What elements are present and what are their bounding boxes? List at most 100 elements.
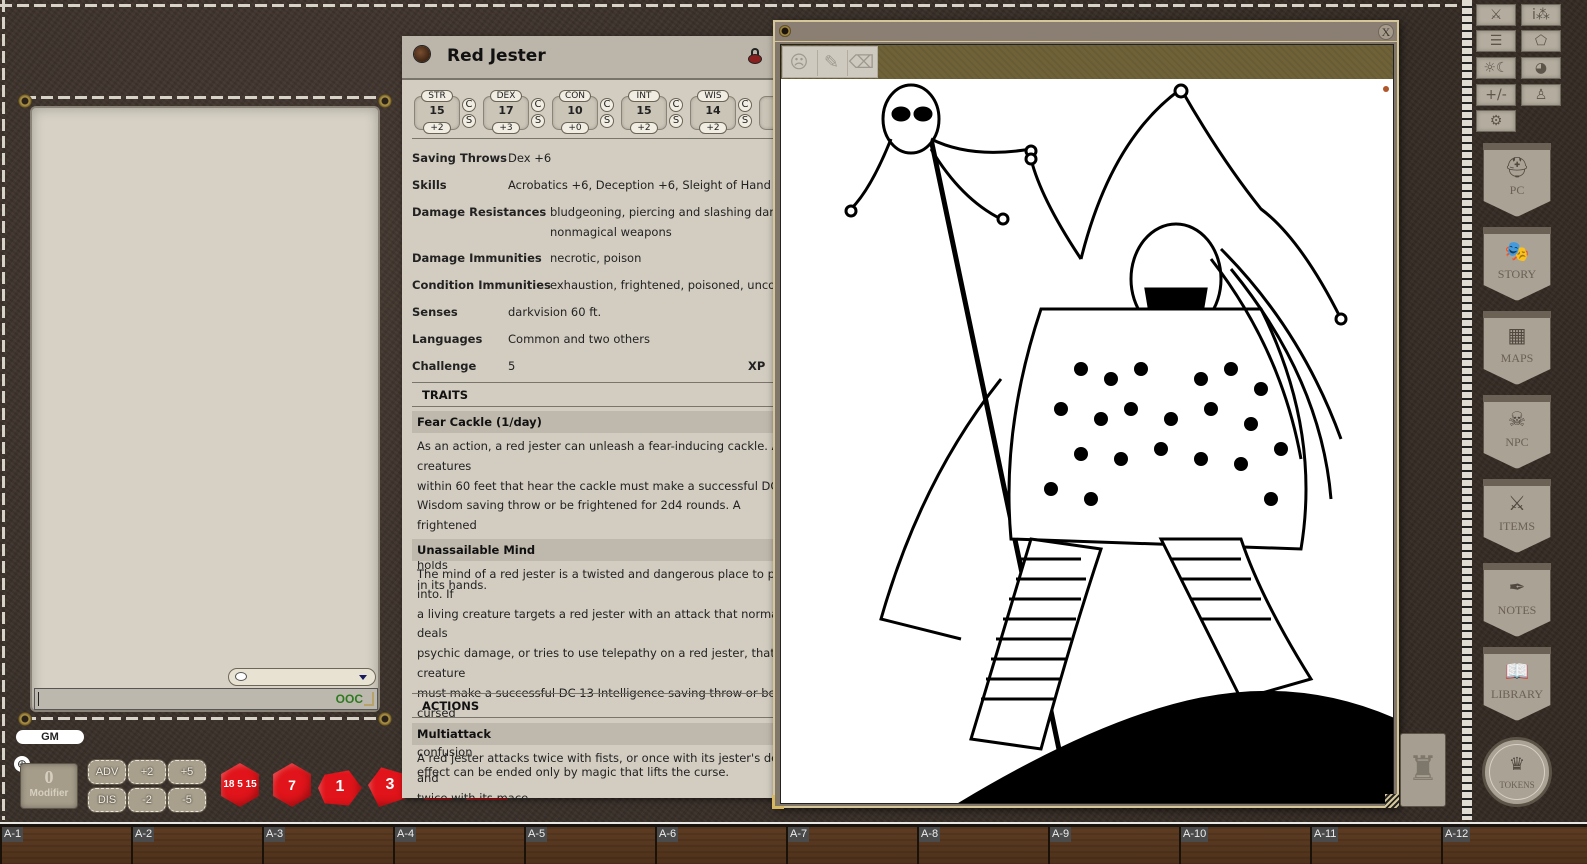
hotkey-slot[interactable]: A-10 — [1179, 827, 1310, 864]
text-line: psychic damage, or tries to use telepath… — [417, 646, 775, 680]
tables-button[interactable]: ☰ — [1476, 30, 1516, 52]
modifiers-button[interactable]: +/- — [1476, 84, 1516, 106]
plus-5-button[interactable]: +5 — [168, 760, 206, 784]
ability-wis: WIS 14 +2 C S — [690, 90, 756, 134]
hotkey-slot[interactable]: A-3 — [262, 827, 393, 864]
minus-2-button[interactable]: -2 — [128, 788, 166, 812]
hotkey-slot[interactable]: A-1 — [0, 827, 131, 864]
save-button[interactable]: S — [531, 114, 545, 128]
hotkey-bar: A-1 A-2 A-3 A-4 A-5 A-6 A-7 A-8 A-9 A-10… — [0, 822, 1587, 864]
hotkey-slot[interactable]: A-2 — [131, 827, 262, 864]
prop-value[interactable]: Dex +6 — [508, 151, 551, 165]
plus-2-button[interactable]: +2 — [128, 760, 166, 784]
prop-challenge: Challenge 5 XP — [412, 359, 772, 373]
link-icon[interactable] — [779, 25, 791, 37]
sidebar-tab-library[interactable]: 📖 LIBRARY — [1483, 647, 1551, 721]
save-button[interactable]: S — [738, 114, 752, 128]
sidebar-tab-notes[interactable]: ✒ NOTES — [1483, 563, 1551, 637]
action-name[interactable]: Multiattack — [412, 723, 782, 745]
check-button[interactable]: C — [669, 98, 683, 112]
identity-badge[interactable]: GM — [16, 730, 84, 744]
trait-name[interactable]: Fear Cackle (1/day) — [412, 411, 782, 433]
sidebar-tab-items[interactable]: ⚔ ITEMS — [1483, 479, 1551, 553]
prop-value[interactable]: necrotic, poison — [550, 251, 641, 265]
dis-button[interactable]: DIS — [88, 788, 126, 812]
stitching — [24, 717, 386, 720]
ability-score[interactable]: 14 — [690, 104, 736, 117]
hotkey-slot[interactable]: A-9 — [1048, 827, 1179, 864]
chat-mode-dropdown[interactable] — [228, 668, 376, 686]
ability-name: WIS — [697, 90, 729, 102]
close-button[interactable]: X — [1378, 24, 1394, 40]
save-button[interactable]: S — [669, 114, 683, 128]
mask-tool-icon[interactable]: ☹ — [785, 50, 813, 76]
hotkey-label: A-7 — [788, 827, 810, 842]
sidebar-tab-npc[interactable]: ☠ NPC — [1483, 395, 1551, 469]
hotkey-slot[interactable]: A-8 — [917, 827, 1048, 864]
traits-header: TRAITS — [422, 388, 469, 402]
ability-scores: STR 15 +2 C S DEX 17 +3 C S CON 10 +0 C … — [414, 90, 782, 134]
prop-value[interactable]: darkvision 60 ft. — [508, 305, 601, 319]
check-button[interactable]: C — [462, 98, 476, 112]
link-icon[interactable] — [414, 46, 430, 62]
party-sheet-button[interactable]: i⁂ — [1521, 4, 1561, 26]
save-button[interactable]: S — [462, 114, 476, 128]
dropdown-arrow-icon[interactable] — [359, 675, 367, 680]
image-window-titlebar[interactable]: X — [775, 22, 1397, 42]
npc-sheet-header[interactable]: Red Jester — [402, 36, 782, 80]
minus-5-button[interactable]: -5 — [168, 788, 206, 812]
hotkey-slot[interactable]: A-6 — [655, 827, 786, 864]
castle-icon: ♜ — [1407, 749, 1439, 789]
hotkey-slot[interactable]: A-7 — [786, 827, 917, 864]
ooc-toggle[interactable]: OOC — [336, 692, 363, 706]
hotkey-slot[interactable]: A-5 — [524, 827, 655, 864]
modifier-box[interactable]: 0 Modifier — [20, 763, 78, 809]
effects-button[interactable]: ♙ — [1521, 84, 1561, 106]
sidebar-tab-maps[interactable]: ▦ MAPS — [1483, 311, 1551, 385]
prop-label: Damage Resistances — [412, 205, 547, 219]
chat-log[interactable] — [30, 106, 380, 712]
sidebar-tab-pc[interactable]: ⛑ PC — [1483, 143, 1551, 217]
prop-value[interactable]: Acrobatics +6, Deception +6, Sleight of … — [508, 178, 782, 192]
combat-tracker-button[interactable]: ⚔ — [1476, 4, 1516, 26]
prop-damage-resistances: Damage Resistances bludgeoning, piercing… — [412, 205, 782, 239]
tokens-button[interactable]: ♛ TOKENS — [1482, 737, 1552, 807]
image-viewport[interactable]: ☹ ✎ ⌫ TRUMAN — [780, 44, 1394, 804]
day-night-button[interactable]: ☼☾ — [1476, 57, 1516, 79]
options-button[interactable]: ⚙ — [1476, 110, 1516, 132]
ability-score[interactable]: 15 — [621, 104, 667, 117]
lock-icon[interactable] — [748, 48, 762, 64]
hotkey-label: A-3 — [264, 827, 286, 842]
adv-button[interactable]: ADV — [88, 760, 126, 784]
npc-name[interactable]: Red Jester — [447, 46, 546, 66]
hotkey-label: A-4 — [395, 827, 417, 842]
divider — [412, 693, 782, 694]
trait-name[interactable]: Unassailable Mind — [412, 539, 782, 561]
resize-handle[interactable] — [1385, 794, 1399, 808]
tab-label: NOTES — [1497, 603, 1537, 617]
prop-value[interactable]: 5 — [508, 359, 515, 373]
ability-str: STR 15 +2 C S — [414, 90, 480, 134]
text-cursor — [38, 692, 39, 706]
chat-input[interactable]: OOC — [34, 688, 378, 710]
sidebar-tab-story[interactable]: 🎭 STORY — [1483, 227, 1551, 301]
prop-value[interactable]: Common and two others — [508, 332, 650, 346]
check-button[interactable]: C — [600, 98, 614, 112]
hotkey-slot[interactable]: A-12 — [1441, 827, 1587, 864]
pencil-tool-icon[interactable]: ✎ — [817, 50, 845, 76]
hotkey-slot[interactable]: A-4 — [393, 827, 524, 864]
prop-value[interactable]: bludgeoning, piercing and slashing damag… — [550, 205, 782, 219]
prop-value-cont[interactable]: nonmagical weapons — [550, 225, 672, 239]
ability-score[interactable]: 10 — [552, 104, 598, 117]
castle-tab[interactable]: ♜ — [1400, 733, 1446, 807]
calendar-button[interactable]: ⬠ — [1521, 30, 1561, 52]
ability-score[interactable]: 17 — [483, 104, 529, 117]
save-button[interactable]: S — [600, 114, 614, 128]
prop-value[interactable]: exhaustion, frightened, poisoned, uncons… — [550, 278, 782, 292]
check-button[interactable]: C — [531, 98, 545, 112]
ability-score[interactable]: 15 — [414, 104, 460, 117]
hotkey-slot[interactable]: A-11 — [1310, 827, 1441, 864]
check-button[interactable]: C — [738, 98, 752, 112]
eraser-tool-icon[interactable]: ⌫ — [847, 50, 875, 76]
colors-button[interactable]: ◕ — [1521, 57, 1561, 79]
